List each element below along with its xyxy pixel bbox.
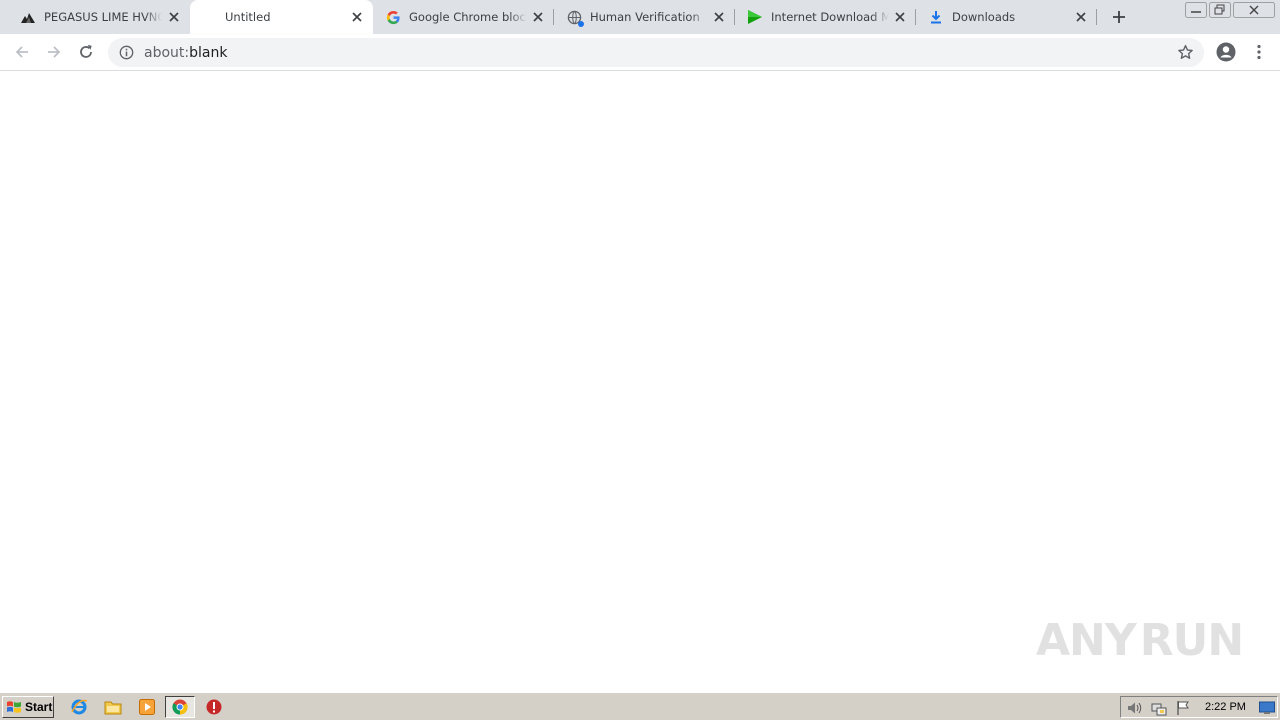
reload-button[interactable]	[74, 40, 98, 64]
maximize-button[interactable]	[1208, 1, 1232, 19]
back-arrow-icon	[15, 46, 28, 58]
tab-internet-download-manager[interactable]: Internet Download Manager	[735, 0, 916, 34]
action-center-flag-icon[interactable]	[1175, 700, 1191, 716]
green-play-icon	[747, 9, 763, 25]
close-icon[interactable]	[892, 9, 908, 25]
tab-title: Google Chrome blocks some downloads	[409, 10, 527, 24]
windows-logo-icon	[7, 701, 21, 713]
forward-button[interactable]	[42, 40, 66, 64]
tab-pegasus[interactable]: PEGASUS LIME HVNC.exe	[0, 0, 190, 34]
tab-title: Untitled	[225, 10, 271, 24]
plus-icon	[1113, 11, 1125, 23]
url-scheme: about:	[144, 44, 190, 61]
kebab-menu-icon	[1257, 44, 1261, 60]
menu-button[interactable]	[1247, 40, 1271, 64]
show-desktop-icon[interactable]	[1259, 700, 1275, 716]
download-icon	[928, 9, 944, 25]
tab-title: Internet Download Manager	[771, 10, 889, 24]
taskbar: Start 2:22 PM	[0, 692, 1280, 720]
minimize-icon	[1185, 2, 1207, 18]
globe-icon	[566, 9, 584, 27]
new-tab-button[interactable]	[1108, 6, 1130, 28]
chrome-taskbar-button[interactable]	[165, 696, 195, 718]
close-icon[interactable]	[530, 9, 546, 25]
media-player-icon[interactable]	[136, 697, 158, 717]
chrome-icon	[172, 699, 188, 715]
minimize-button[interactable]	[1184, 1, 1208, 19]
tab-title: Human Verification	[590, 10, 700, 24]
tab-title: PEGASUS LIME HVNC.exe	[44, 10, 162, 24]
google-g-icon	[385, 9, 401, 25]
browser-toolbar: about:blank	[0, 34, 1280, 71]
close-window-button[interactable]	[1232, 1, 1276, 19]
back-button[interactable]	[10, 40, 34, 64]
profile-button[interactable]	[1214, 40, 1238, 64]
watermark-text: ANY	[1036, 614, 1137, 666]
file-explorer-icon[interactable]	[102, 697, 124, 717]
clock[interactable]: 2:22 PM	[1205, 701, 1246, 713]
tab-title: Downloads	[952, 10, 1016, 24]
start-button[interactable]: Start	[2, 696, 54, 718]
network-icon[interactable]	[1151, 700, 1167, 716]
tab-downloads[interactable]: Downloads	[916, 0, 1097, 34]
url-path: blank	[189, 44, 228, 61]
account-icon	[1216, 42, 1236, 62]
start-label: Start	[25, 700, 53, 714]
close-icon[interactable]	[711, 9, 727, 25]
system-tray: 2:22 PM	[1120, 696, 1278, 718]
restore-icon	[1209, 2, 1231, 18]
tab-untitled[interactable]: Untitled	[190, 0, 373, 34]
close-icon	[1233, 2, 1275, 18]
tab-strip: PEGASUS LIME HVNC.exe Untitled Google Ch…	[0, 0, 1280, 34]
page-content[interactable]	[0, 72, 1280, 692]
volume-icon[interactable]	[1127, 700, 1143, 716]
watermark-text: RUN	[1139, 614, 1244, 666]
info-icon[interactable]	[118, 45, 134, 61]
alert-app-icon[interactable]	[203, 697, 225, 717]
tab-human-verification[interactable]: Human Verification	[554, 0, 735, 34]
close-icon[interactable]	[1073, 9, 1089, 25]
pegasus-icon	[20, 9, 36, 25]
tab-separator	[1096, 9, 1097, 25]
address-bar[interactable]: about:blank	[108, 38, 1204, 67]
internet-explorer-icon[interactable]	[68, 697, 90, 717]
anyrun-watermark: ANY RUN	[1036, 608, 1244, 672]
close-icon[interactable]	[166, 9, 182, 25]
url-text[interactable]: about:blank	[144, 45, 227, 61]
close-icon[interactable]	[349, 9, 365, 25]
reload-icon	[80, 44, 92, 58]
tab-google-chrome-blocks[interactable]: Google Chrome blocks some downloads	[373, 0, 554, 34]
bookmark-star-icon[interactable]	[1177, 44, 1194, 61]
forward-arrow-icon	[48, 46, 61, 58]
